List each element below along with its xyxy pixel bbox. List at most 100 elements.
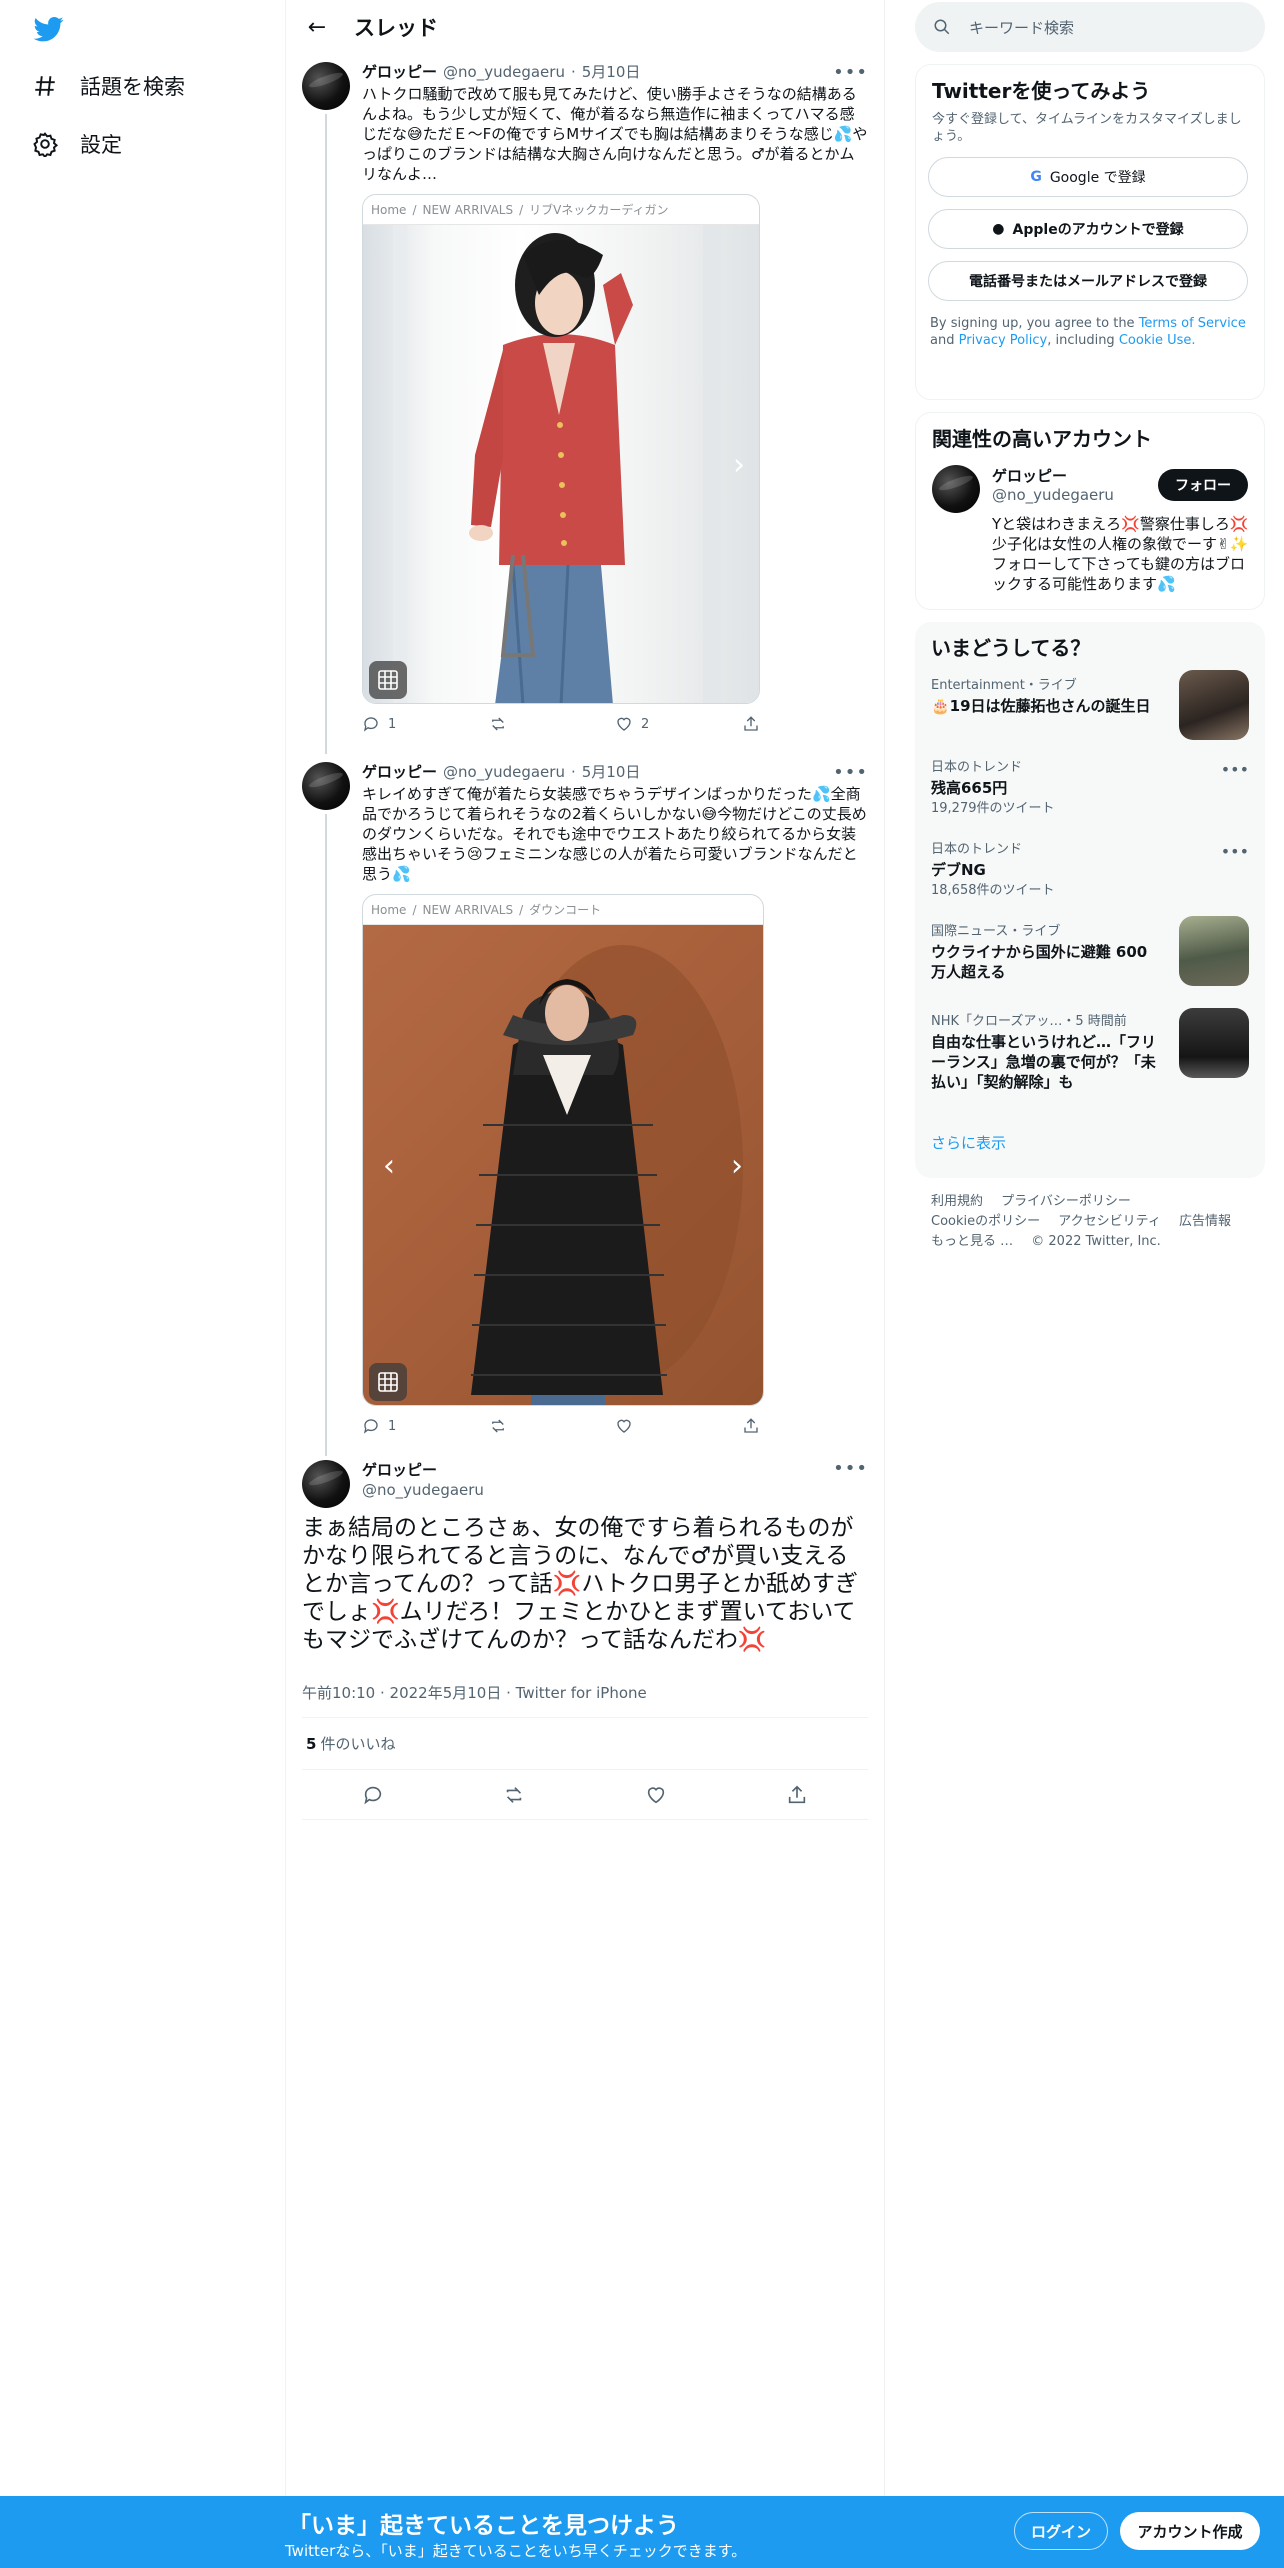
trend-item[interactable]: 国際ニュース・ライブ ウクライナから国外に避難 600万人超える (915, 914, 1265, 1004)
nav-settings[interactable]: 設定 (32, 124, 122, 164)
cookie-link[interactable]: Cookie Use. (1119, 333, 1196, 348)
carousel-next-icon[interactable]: › (731, 1149, 743, 1184)
avatar[interactable] (932, 465, 980, 513)
search-box[interactable]: キーワード検索 (915, 2, 1265, 52)
avatar[interactable] (302, 1460, 350, 1508)
footer-link[interactable]: プライバシーポリシー (1001, 1194, 1131, 1209)
phone-signup-label: 電話番号またはメールアドレスで登録 (969, 274, 1207, 290)
more-options-icon[interactable]: ••• (1221, 842, 1249, 861)
gear-icon (33, 132, 58, 157)
tweet-text: ハトクロ騒動で改めて服も見てみたけど、使い勝手よさそうなの結構あるんよね。もう少… (362, 85, 868, 183)
breadcrumb-item: Home (371, 202, 407, 217)
focused-tweet: ••• ゲロッピー @no_yudegaeru まぁ結局のところさぁ、女の俺です… (286, 1456, 884, 1820)
footer-links: 利用規約 プライバシーポリシー Cookieのポリシー アクセシビリティ 広告情… (915, 1178, 1265, 1266)
tweet-time[interactable]: 午前10:10 (302, 1682, 375, 1703)
author-name[interactable]: ゲロッピー (362, 762, 437, 782)
avatar[interactable] (302, 62, 350, 110)
privacy-link[interactable]: Privacy Policy (959, 333, 1048, 348)
left-nav: 話題を検索 設定 (0, 0, 285, 2568)
bottom-signup-bar: 「いま」起きていることを見つけよう Twitterなら、「いま」起きていることを… (0, 2496, 1284, 2568)
apple-signup-button[interactable]: ● Appleのアカウントで登録 (928, 209, 1248, 249)
reply-icon[interactable] (362, 1784, 384, 1806)
grid-icon[interactable] (369, 661, 407, 699)
search-input[interactable]: キーワード検索 (969, 17, 1074, 38)
heart-icon[interactable] (645, 1784, 667, 1806)
more-options-icon[interactable]: ••• (833, 1458, 868, 1479)
author-handle[interactable]: @no_yudegaeru (443, 762, 565, 782)
grid-icon[interactable] (369, 1363, 407, 1401)
likes-label: 件のいいね (320, 1735, 396, 1753)
trends-panel: いまどうしてる？ Entertainment・ライブ 🎂19日は佐藤拓也さんの誕… (915, 622, 1265, 1178)
tweet-full-date[interactable]: 2022年5月10日 (390, 1682, 502, 1703)
sidebar-right: キーワード検索 Twitterを使ってみよう 今すぐ登録して、タイムラインをカス… (915, 0, 1265, 1266)
link-card[interactable]: Home / NEW ARRIVALS / リブVネックカーディガン › (362, 194, 760, 704)
author-name[interactable]: ゲロッピー (362, 62, 437, 82)
likes-summary[interactable]: 5 件のいいね (302, 1718, 868, 1770)
back-arrow-icon[interactable]: ← (300, 10, 334, 44)
share-button[interactable] (742, 715, 869, 733)
trend-item[interactable]: NHK「クローズアッ…・5 時間前 自由な仕事というけれど…「フリーランス」急増… (915, 1004, 1265, 1116)
tweet-meta: 午前10:10 · 2022年5月10日 · Twitter for iPhon… (302, 1668, 868, 1718)
retweet-button[interactable] (489, 715, 616, 733)
trend-thumbnail (1179, 1008, 1249, 1078)
twitter-logo-icon[interactable] (32, 14, 66, 44)
more-options-icon[interactable]: ••• (833, 62, 868, 83)
like-count: 2 (641, 716, 650, 732)
page-title: スレッド (354, 16, 438, 40)
nav-settings-label: 設定 (80, 133, 122, 157)
tweet-date[interactable]: 5月10日 (582, 762, 641, 782)
thread-header: ← スレッド (286, 0, 884, 54)
like-button[interactable]: 2 (615, 715, 742, 733)
reply-icon (363, 1419, 378, 1434)
author-handle[interactable]: @no_yudegaeru (362, 1480, 868, 1500)
link-card[interactable]: Home / NEW ARRIVALS / ダウンコート ‹ › (362, 894, 764, 1406)
nav-explore[interactable]: 話題を検索 (32, 66, 185, 106)
login-button[interactable]: ログイン (1014, 2512, 1108, 2550)
signup-button[interactable]: アカウント作成 (1120, 2512, 1260, 2550)
trend-item[interactable]: ••• 日本のトレンド 残高665円 19,279件のツイート (915, 750, 1265, 832)
avatar[interactable] (302, 762, 350, 810)
more-options-icon[interactable]: ••• (1221, 760, 1249, 779)
trend-thumbnail (1179, 916, 1249, 986)
show-more-link[interactable]: さらに表示 (915, 1116, 1265, 1169)
footer-link[interactable]: アクセシビリティ (1058, 1214, 1161, 1229)
share-icon[interactable] (786, 1784, 808, 1806)
trend-title: ウクライナから国外に避難 600万人超える (931, 943, 1148, 981)
thread-connector-line (325, 814, 327, 1456)
retweet-icon[interactable] (503, 1784, 525, 1806)
google-signup-button[interactable]: G Google で登録 (928, 157, 1248, 197)
product-photo[interactable]: › (363, 225, 759, 703)
model-illustration (393, 225, 721, 703)
tweet-date[interactable]: 5月10日 (582, 62, 641, 82)
reply-button[interactable]: 1 (362, 715, 489, 733)
account-name[interactable]: ゲロッピー (992, 465, 1262, 486)
trend-item[interactable]: Entertainment・ライブ 🎂19日は佐藤拓也さんの誕生日 (915, 668, 1265, 750)
breadcrumb-item: NEW ARRIVALS (422, 902, 514, 917)
heart-icon (617, 717, 631, 731)
footer-link[interactable]: もっと見る … (931, 1234, 1013, 1249)
account-handle[interactable]: @no_yudegaeru (992, 486, 1262, 504)
phone-signup-button[interactable]: 電話番号またはメールアドレスで登録 (928, 261, 1248, 301)
tweet-client[interactable]: Twitter for iPhone (516, 1684, 647, 1702)
trend-item[interactable]: ••• 日本のトレンド デブNG 18,658件のツイート (915, 832, 1265, 914)
author-handle[interactable]: @no_yudegaeru (443, 62, 565, 82)
more-options-icon[interactable]: ••• (833, 762, 868, 783)
breadcrumb-item: リブVネックカーディガン (529, 203, 669, 217)
reply-button[interactable]: 1 (362, 1417, 489, 1435)
carousel-next-icon[interactable]: › (733, 448, 745, 483)
account-cell[interactable]: フォロー ゲロッピー @no_yudegaeru Yと袋はわきまえろ💢警察仕事し… (916, 459, 1264, 609)
product-photo[interactable]: ‹ › (363, 925, 763, 1405)
tweet-text: まぁ結局のところさぁ、女の俺ですら着られるものがかなり限られてると言うのに、なん… (302, 1515, 859, 1653)
thread-tweet[interactable]: ••• ゲロッピー @no_yudegaeru · 5月10日 キレイめすぎて俺… (286, 754, 884, 1456)
footer-link[interactable]: Cookieのポリシー (931, 1214, 1040, 1229)
footer-link[interactable]: 利用規約 (931, 1194, 983, 1209)
retweet-button[interactable] (489, 1417, 616, 1435)
author-name[interactable]: ゲロッピー (362, 1460, 868, 1480)
carousel-prev-icon[interactable]: ‹ (383, 1149, 395, 1184)
footer-link[interactable]: 広告情報 (1179, 1214, 1231, 1229)
thread-tweet[interactable]: ••• ゲロッピー @no_yudegaeru · 5月10日 ハトクロ騒動で改… (286, 54, 884, 754)
terms-link[interactable]: Terms of Service (1139, 316, 1246, 331)
like-button[interactable] (615, 1417, 742, 1435)
related-title: 関連性の高いアカウント (932, 427, 1152, 451)
share-button[interactable] (742, 1417, 869, 1435)
